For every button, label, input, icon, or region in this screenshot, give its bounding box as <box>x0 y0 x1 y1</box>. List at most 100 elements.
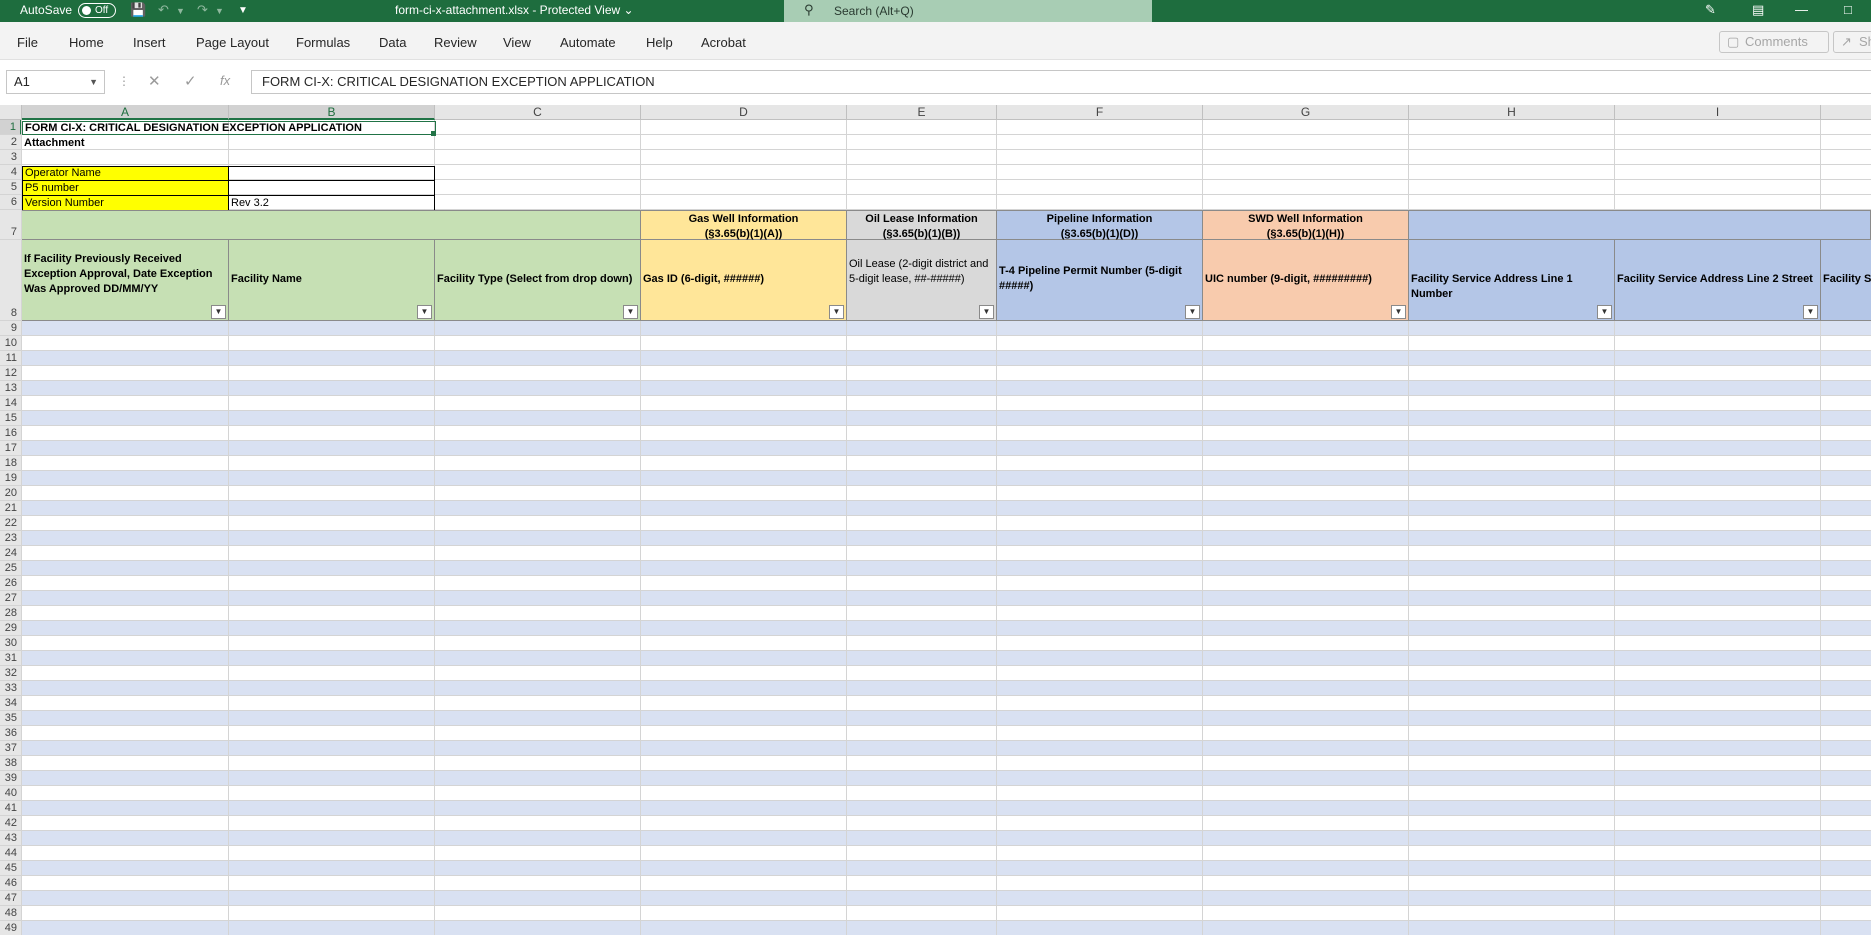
row-header-41[interactable]: 41 <box>0 801 22 816</box>
filter-dropdown-icon[interactable]: ▼ <box>623 305 638 319</box>
pen-icon[interactable]: ✎ <box>1705 2 1716 18</box>
row-header-13[interactable]: 13 <box>0 381 22 396</box>
row-header-38[interactable]: 38 <box>0 756 22 771</box>
save-icon[interactable]: 💾 <box>130 2 146 18</box>
header-uic-number[interactable]: UIC number (9-digit, #########) ▼ <box>1203 240 1409 321</box>
row-header-28[interactable]: 28 <box>0 606 22 621</box>
row-header-35[interactable]: 35 <box>0 711 22 726</box>
ribbon-display-icon[interactable]: ▤ <box>1752 2 1764 18</box>
document-title[interactable]: form-ci-x-attachment.xlsx - Protected Vi… <box>395 3 634 17</box>
cell-a1[interactable]: FORM CI-X: CRITICAL DESIGNATION EXCEPTIO… <box>22 121 436 135</box>
row-header-31[interactable]: 31 <box>0 651 22 666</box>
row-header-10[interactable]: 10 <box>0 336 22 351</box>
formula-bar-splitter[interactable]: ⋮ <box>118 74 130 88</box>
row-header-19[interactable]: 19 <box>0 471 22 486</box>
group-oil-lease[interactable]: Oil Lease Information (§3.65(b)(1)(B)) <box>847 210 997 240</box>
header-facility-type[interactable]: Facility Type (Select from drop down) ▼ <box>435 240 641 321</box>
row-header-9[interactable]: 9 <box>0 321 22 336</box>
group-gas-well[interactable]: Gas Well Information (§3.65(b)(1)(A)) <box>641 210 847 240</box>
row-header-15[interactable]: 15 <box>0 411 22 426</box>
insert-function-icon[interactable]: fx <box>220 73 230 88</box>
row-header-18[interactable]: 18 <box>0 456 22 471</box>
row-header-36[interactable]: 36 <box>0 726 22 741</box>
header-exception-date[interactable]: If Facility Previously Received Exceptio… <box>22 240 229 321</box>
filter-dropdown-icon[interactable]: ▼ <box>1185 305 1200 319</box>
customize-toolbar-icon[interactable]: ▼ <box>238 5 248 16</box>
row-header-7[interactable]: 7 <box>0 210 22 240</box>
name-box-dropdown-icon[interactable]: ▼ <box>89 71 98 93</box>
select-all-corner[interactable] <box>0 105 22 120</box>
column-header-f[interactable]: F <box>997 105 1203 120</box>
comments-button[interactable]: ▢ Comments <box>1719 31 1829 53</box>
row-header-14[interactable]: 14 <box>0 396 22 411</box>
row-header-22[interactable]: 22 <box>0 516 22 531</box>
row-header-16[interactable]: 16 <box>0 426 22 441</box>
cell-a2[interactable]: Attachment <box>24 136 85 151</box>
filter-dropdown-icon[interactable]: ▼ <box>211 305 226 319</box>
row-header-47[interactable]: 47 <box>0 891 22 906</box>
cell-a6[interactable]: Version Number <box>22 195 229 211</box>
group-address-info[interactable] <box>1409 210 1871 240</box>
row-header-25[interactable]: 25 <box>0 561 22 576</box>
row-header-46[interactable]: 46 <box>0 876 22 891</box>
row-header-32[interactable]: 32 <box>0 666 22 681</box>
tab-view[interactable]: View <box>503 35 531 50</box>
column-header-h[interactable]: H <box>1409 105 1615 120</box>
row-header-33[interactable]: 33 <box>0 681 22 696</box>
group-facility-info[interactable] <box>22 210 641 240</box>
row-header-17[interactable]: 17 <box>0 441 22 456</box>
tab-acrobat[interactable]: Acrobat <box>701 35 746 50</box>
cancel-icon[interactable]: ✕ <box>148 72 161 90</box>
redo-icon[interactable]: ↷ <box>197 2 208 18</box>
row-header-48[interactable]: 48 <box>0 906 22 921</box>
row-header-20[interactable]: 20 <box>0 486 22 501</box>
redo-dropdown-icon[interactable]: ▼ <box>215 6 224 16</box>
row-header-4[interactable]: 4 <box>0 165 22 180</box>
row-header-11[interactable]: 11 <box>0 351 22 366</box>
cell-b5[interactable] <box>228 180 435 196</box>
column-header-i[interactable]: I <box>1615 105 1821 120</box>
row-header-24[interactable]: 24 <box>0 546 22 561</box>
filter-dropdown-icon[interactable]: ▼ <box>1597 305 1612 319</box>
header-address-line-1[interactable]: Facility Service Address Line 1 Number ▼ <box>1409 240 1615 321</box>
row-header-45[interactable]: 45 <box>0 861 22 876</box>
column-header-d[interactable]: D <box>641 105 847 120</box>
column-header-a[interactable]: A <box>22 105 229 120</box>
tab-file[interactable]: File <box>17 35 38 50</box>
row-header-3[interactable]: 3 <box>0 150 22 165</box>
minimize-icon[interactable]: — <box>1795 2 1808 17</box>
header-address-line-3[interactable]: Facility Se <box>1821 240 1871 321</box>
tab-insert[interactable]: Insert <box>133 35 166 50</box>
row-header-39[interactable]: 39 <box>0 771 22 786</box>
cell-b4[interactable] <box>228 166 435 181</box>
tab-automate[interactable]: Automate <box>560 35 616 50</box>
autosave-toggle[interactable]: Off <box>78 3 116 18</box>
share-button[interactable]: ↗ Sha <box>1833 31 1871 53</box>
column-header-b[interactable]: B <box>229 105 435 120</box>
filter-dropdown-icon[interactable]: ▼ <box>829 305 844 319</box>
filter-dropdown-icon[interactable]: ▼ <box>417 305 432 319</box>
filter-dropdown-icon[interactable]: ▼ <box>1391 305 1406 319</box>
row-header-43[interactable]: 43 <box>0 831 22 846</box>
formula-input[interactable]: FORM CI-X: CRITICAL DESIGNATION EXCEPTIO… <box>251 70 1871 94</box>
tab-data[interactable]: Data <box>379 35 406 50</box>
search-box[interactable]: ⚲ Search (Alt+Q) <box>784 0 1152 22</box>
group-swd-well[interactable]: SWD Well Information (§3.65(b)(1)(H)) <box>1203 210 1409 240</box>
restore-icon[interactable]: □ <box>1844 2 1852 17</box>
row-header-1[interactable]: 1 <box>0 120 22 135</box>
row-header-37[interactable]: 37 <box>0 741 22 756</box>
row-header-8[interactable]: 8 <box>0 240 22 321</box>
row-header-44[interactable]: 44 <box>0 846 22 861</box>
row-header-34[interactable]: 34 <box>0 696 22 711</box>
cell-a5[interactable]: P5 number <box>22 180 229 196</box>
row-header-42[interactable]: 42 <box>0 816 22 831</box>
row-header-26[interactable]: 26 <box>0 576 22 591</box>
cell-b6[interactable]: Rev 3.2 <box>228 195 435 211</box>
tab-page-layout[interactable]: Page Layout <box>196 35 269 50</box>
tab-home[interactable]: Home <box>69 35 104 50</box>
header-gas-id[interactable]: Gas ID (6-digit, ######) ▼ <box>641 240 847 321</box>
tab-help[interactable]: Help <box>646 35 673 50</box>
name-box[interactable]: A1 ▼ <box>6 70 105 94</box>
worksheet-grid[interactable]: ABCDEFGHI 1 2 3 4 5 6 7 8 9 10 11 12 13 14 15 16 17 18 19 2… <box>0 105 1871 935</box>
enter-icon[interactable]: ✓ <box>184 72 197 90</box>
